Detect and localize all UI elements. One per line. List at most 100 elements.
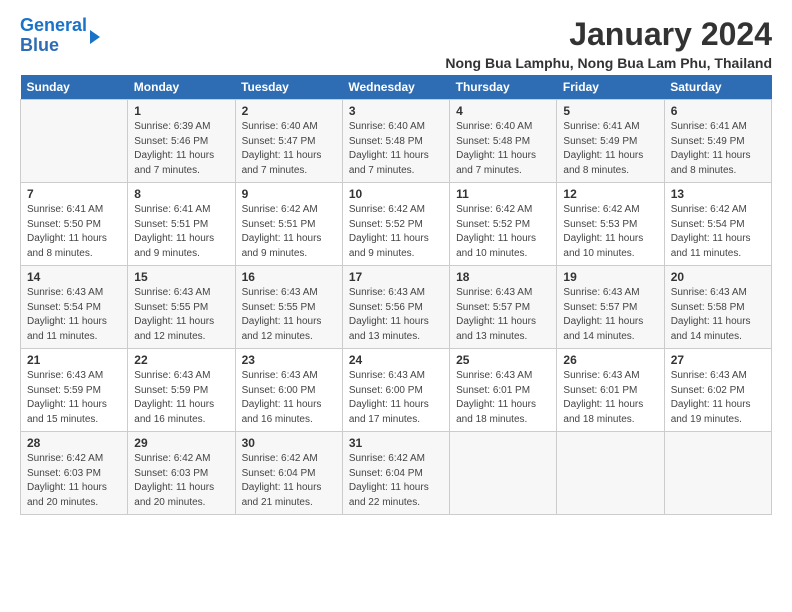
day-number: 25 (456, 353, 550, 367)
day-info: Sunrise: 6:43 AM Sunset: 5:57 PM Dayligh… (456, 286, 550, 344)
calendar-cell: 5 Sunrise: 6:41 AM Sunset: 5:49 PM Daylig… (557, 100, 664, 183)
calendar-cell: 26 Sunrise: 6:43 AM Sunset: 6:01 PM Dayli… (557, 349, 664, 432)
calendar-table: SundayMondayTuesdayWednesdayThursdayFrid… (20, 75, 772, 515)
weekday-header-row: SundayMondayTuesdayWednesdayThursdayFrid… (21, 75, 772, 100)
day-info: Sunrise: 6:42 AM Sunset: 5:51 PM Dayligh… (242, 203, 336, 261)
day-info: Sunrise: 6:42 AM Sunset: 5:52 PM Dayligh… (349, 203, 443, 261)
day-number: 18 (456, 270, 550, 284)
day-number: 19 (563, 270, 657, 284)
day-info: Sunrise: 6:43 AM Sunset: 5:58 PM Dayligh… (671, 286, 765, 344)
day-number: 21 (27, 353, 121, 367)
week-row-5: 28Sunrise: 6:42 AM Sunset: 6:03 PM Dayli… (21, 432, 772, 515)
day-number: 30 (242, 436, 336, 450)
day-info: Sunrise: 6:43 AM Sunset: 6:01 PM Dayligh… (563, 369, 657, 427)
calendar-cell: 28Sunrise: 6:42 AM Sunset: 6:03 PM Dayli… (21, 432, 128, 515)
day-number: 7 (27, 187, 121, 201)
calendar-cell: 24 Sunrise: 6:43 AM Sunset: 6:00 PM Dayli… (342, 349, 449, 432)
logo-blue: Blue (20, 35, 59, 55)
day-info: Sunrise: 6:43 AM Sunset: 5:56 PM Dayligh… (349, 286, 443, 344)
day-number: 20 (671, 270, 765, 284)
calendar-cell: 7 Sunrise: 6:41 AM Sunset: 5:50 PM Daylig… (21, 183, 128, 266)
calendar-cell: 11 Sunrise: 6:42 AM Sunset: 5:52 PM Dayli… (450, 183, 557, 266)
day-number: 26 (563, 353, 657, 367)
day-number: 2 (242, 104, 336, 118)
day-number: 12 (563, 187, 657, 201)
day-info: Sunrise: 6:43 AM Sunset: 6:02 PM Dayligh… (671, 369, 765, 427)
day-info: Sunrise: 6:40 AM Sunset: 5:48 PM Dayligh… (456, 120, 550, 178)
calendar-cell: 4 Sunrise: 6:40 AM Sunset: 5:48 PM Daylig… (450, 100, 557, 183)
day-number: 6 (671, 104, 765, 118)
calendar-cell: 25Sunrise: 6:43 AM Sunset: 6:01 PM Dayli… (450, 349, 557, 432)
day-number: 22 (134, 353, 228, 367)
calendar-cell: 27 Sunrise: 6:43 AM Sunset: 6:02 PM Dayli… (664, 349, 771, 432)
day-info: Sunrise: 6:41 AM Sunset: 5:50 PM Dayligh… (27, 203, 121, 261)
weekday-header-saturday: Saturday (664, 75, 771, 100)
day-info: Sunrise: 6:39 AM Sunset: 5:46 PM Dayligh… (134, 120, 228, 178)
weekday-header-sunday: Sunday (21, 75, 128, 100)
calendar-cell: 17 Sunrise: 6:43 AM Sunset: 5:56 PM Dayli… (342, 266, 449, 349)
day-number: 13 (671, 187, 765, 201)
calendar-cell: 20 Sunrise: 6:43 AM Sunset: 5:58 PM Dayli… (664, 266, 771, 349)
day-info: Sunrise: 6:42 AM Sunset: 6:03 PM Dayligh… (27, 452, 121, 510)
day-number: 1 (134, 104, 228, 118)
calendar-cell (450, 432, 557, 515)
day-info: Sunrise: 6:43 AM Sunset: 5:59 PM Dayligh… (27, 369, 121, 427)
day-info: Sunrise: 6:43 AM Sunset: 6:00 PM Dayligh… (349, 369, 443, 427)
day-number: 17 (349, 270, 443, 284)
day-number: 8 (134, 187, 228, 201)
day-info: Sunrise: 6:43 AM Sunset: 5:55 PM Dayligh… (134, 286, 228, 344)
calendar-cell: 29Sunrise: 6:42 AM Sunset: 6:03 PM Dayli… (128, 432, 235, 515)
day-number: 23 (242, 353, 336, 367)
day-info: Sunrise: 6:42 AM Sunset: 6:03 PM Dayligh… (134, 452, 228, 510)
day-info: Sunrise: 6:43 AM Sunset: 5:54 PM Dayligh… (27, 286, 121, 344)
day-info: Sunrise: 6:43 AM Sunset: 6:00 PM Dayligh… (242, 369, 336, 427)
day-number: 16 (242, 270, 336, 284)
week-row-4: 21 Sunrise: 6:43 AM Sunset: 5:59 PM Dayli… (21, 349, 772, 432)
calendar-cell: 22Sunrise: 6:43 AM Sunset: 5:59 PM Dayli… (128, 349, 235, 432)
calendar-cell: 31 Sunrise: 6:42 AM Sunset: 6:04 PM Dayli… (342, 432, 449, 515)
calendar-cell: 2 Sunrise: 6:40 AM Sunset: 5:47 PM Daylig… (235, 100, 342, 183)
day-number: 5 (563, 104, 657, 118)
day-info: Sunrise: 6:42 AM Sunset: 5:52 PM Dayligh… (456, 203, 550, 261)
calendar-cell: 19Sunrise: 6:43 AM Sunset: 5:57 PM Dayli… (557, 266, 664, 349)
calendar-cell: 8 Sunrise: 6:41 AM Sunset: 5:51 PM Daylig… (128, 183, 235, 266)
weekday-header-thursday: Thursday (450, 75, 557, 100)
day-number: 11 (456, 187, 550, 201)
day-number: 15 (134, 270, 228, 284)
calendar-cell: 12 Sunrise: 6:42 AM Sunset: 5:53 PM Dayli… (557, 183, 664, 266)
day-number: 27 (671, 353, 765, 367)
logo-general: General (20, 15, 87, 35)
day-number: 31 (349, 436, 443, 450)
week-row-2: 7 Sunrise: 6:41 AM Sunset: 5:50 PM Daylig… (21, 183, 772, 266)
day-info: Sunrise: 6:40 AM Sunset: 5:47 PM Dayligh… (242, 120, 336, 178)
calendar-cell: 18 Sunrise: 6:43 AM Sunset: 5:57 PM Dayli… (450, 266, 557, 349)
calendar-cell: 21 Sunrise: 6:43 AM Sunset: 5:59 PM Dayli… (21, 349, 128, 432)
day-number: 9 (242, 187, 336, 201)
day-info: Sunrise: 6:41 AM Sunset: 5:51 PM Dayligh… (134, 203, 228, 261)
calendar-cell: 14Sunrise: 6:43 AM Sunset: 5:54 PM Dayli… (21, 266, 128, 349)
day-info: Sunrise: 6:41 AM Sunset: 5:49 PM Dayligh… (671, 120, 765, 178)
day-number: 24 (349, 353, 443, 367)
header: General Blue January 2024 Nong Bua Lamph… (20, 16, 772, 71)
logo-arrow-icon (90, 30, 100, 44)
calendar-cell: 23 Sunrise: 6:43 AM Sunset: 6:00 PM Dayli… (235, 349, 342, 432)
day-info: Sunrise: 6:42 AM Sunset: 6:04 PM Dayligh… (349, 452, 443, 510)
logo-text: General Blue (20, 16, 87, 56)
day-info: Sunrise: 6:42 AM Sunset: 5:53 PM Dayligh… (563, 203, 657, 261)
day-number: 4 (456, 104, 550, 118)
day-info: Sunrise: 6:41 AM Sunset: 5:49 PM Dayligh… (563, 120, 657, 178)
weekday-header-friday: Friday (557, 75, 664, 100)
day-info: Sunrise: 6:40 AM Sunset: 5:48 PM Dayligh… (349, 120, 443, 178)
month-title: January 2024 (445, 16, 772, 53)
calendar-cell: 30 Sunrise: 6:42 AM Sunset: 6:04 PM Dayli… (235, 432, 342, 515)
day-number: 3 (349, 104, 443, 118)
weekday-header-tuesday: Tuesday (235, 75, 342, 100)
day-number: 10 (349, 187, 443, 201)
logo: General Blue (20, 16, 100, 56)
day-info: Sunrise: 6:42 AM Sunset: 6:04 PM Dayligh… (242, 452, 336, 510)
calendar-cell: 1 Sunrise: 6:39 AM Sunset: 5:46 PM Daylig… (128, 100, 235, 183)
weekday-header-monday: Monday (128, 75, 235, 100)
title-block: January 2024 Nong Bua Lamphu, Nong Bua L… (445, 16, 772, 71)
calendar-cell: 16Sunrise: 6:43 AM Sunset: 5:55 PM Dayli… (235, 266, 342, 349)
weekday-header-wednesday: Wednesday (342, 75, 449, 100)
